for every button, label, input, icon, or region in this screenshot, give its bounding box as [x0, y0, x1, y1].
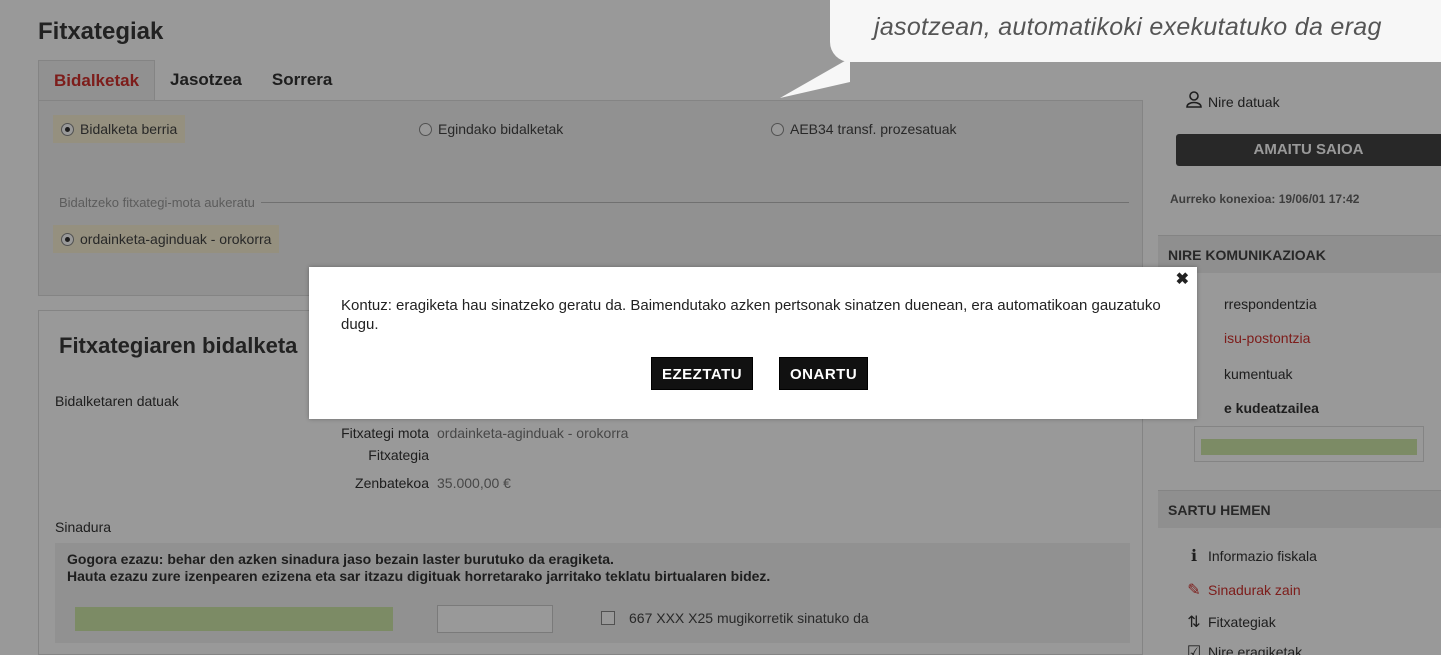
radio-aeb34-label: AEB34 transf. prozesatuak [790, 121, 957, 137]
radio-done-sends-label: Egindako bidalketak [438, 121, 564, 137]
file-label: Fitxategia [368, 447, 429, 463]
info-icon: ℹ [1190, 548, 1198, 565]
file-type-value: ordainketa-aginduak - orokorra [437, 425, 629, 441]
comms-heading: NIRE KOMUNIKAZIOAK [1158, 235, 1441, 273]
bubble-text: jasotzean, automatikoki exekutatuko da e… [874, 13, 1382, 41]
file-type-label: Fitxategi mota [341, 425, 429, 441]
pen-icon: ✎ [1187, 582, 1201, 599]
dialog-message: Kontuz: eragiketa hau sinatzeko geratu d… [341, 297, 1161, 333]
details-heading: Bidalketaren datuak [55, 393, 179, 409]
amount-value: 35.000,00 € [437, 475, 511, 491]
files-link[interactable]: ⇅ Fitxategiak [1184, 612, 1276, 632]
user-icon [1184, 90, 1204, 113]
confirm-dialog: ✖ Kontuz: eragiketa hau sinatzeko geratu… [309, 267, 1197, 419]
amount-label: Zenbatekoa [355, 475, 429, 491]
tab-jasotzea[interactable]: Jasotzea [155, 60, 257, 100]
close-icon[interactable]: ✖ [1176, 269, 1189, 289]
file-type-legend-text: Bidaltzeko fitxategi-mota aukeratu [59, 195, 255, 210]
logout-button[interactable]: AMAITU SAIOA [1176, 134, 1441, 166]
form-title: Fitxategiaren bidalketa [59, 333, 298, 358]
fiscal-info-label: Informazio fiskala [1208, 548, 1317, 564]
comms-item-manager[interactable]: e kudeatzailea [1224, 400, 1319, 416]
last-connection: Aurreko konexioa: 19/06/01 17:42 [1170, 192, 1360, 206]
comms-item-mailbox[interactable]: isu-postontzia [1224, 330, 1310, 346]
ok-button[interactable]: ONARTU [779, 357, 869, 390]
mobile-sign-checkbox[interactable] [601, 611, 615, 625]
my-operations-label: Nire eragiketak [1208, 644, 1303, 655]
files-label: Fitxategiak [1208, 614, 1276, 630]
enter-heading: SARTU HEMEN [1158, 490, 1441, 528]
comms-item-documents[interactable]: kumentuak [1224, 366, 1292, 382]
manager-name-bar [1201, 439, 1417, 455]
sign-note-1: Gogora ezazu: behar den azken sinadura j… [67, 551, 614, 567]
radio-file-type[interactable]: ordainketa-aginduak - orokorra [53, 225, 280, 253]
file-type-legend: Bidaltzeko fitxategi-mota aukeratu [59, 195, 1129, 210]
my-data-label: Nire datuak [1208, 93, 1280, 110]
radio-new-send-label: Bidalketa berria [80, 121, 178, 137]
radio-empty-icon [771, 122, 784, 136]
radio-empty-icon [419, 122, 432, 136]
digits-input[interactable] [437, 605, 553, 633]
speech-bubble: jasotzean, automatikoki exekutatuko da e… [830, 0, 1441, 62]
sign-note-2: Hauta ezazu zure izenpearen ezizena eta … [67, 568, 771, 584]
signature-heading: Sinadura [55, 519, 112, 535]
page-title: Fitxategiak [38, 18, 164, 45]
tab-bar: Bidalketak Jasotzea Sorrera [38, 60, 347, 100]
radio-selected-icon [61, 122, 74, 136]
tab-sorrera[interactable]: Sorrera [257, 60, 347, 100]
right-sidebar: Nire datuak AMAITU SAIOA Aurreko konexio… [1158, 70, 1441, 655]
manager-card [1194, 426, 1424, 462]
fiscal-info-link[interactable]: ℹ Informazio fiskala [1184, 546, 1317, 566]
radio-selected-icon [61, 232, 74, 246]
mobile-sign-label: 667 XXX X25 mugikorretik sinatuko da [629, 610, 869, 626]
my-data-link[interactable]: Nire datuak [1184, 90, 1280, 113]
radio-file-type-label: ordainketa-aginduak - orokorra [80, 231, 272, 247]
pending-signatures-label: Sinadurak zain [1208, 582, 1301, 598]
tab-bidalketak[interactable]: Bidalketak [38, 60, 156, 100]
radio-aeb34[interactable]: AEB34 transf. prozesatuak [771, 121, 957, 137]
my-operations-link[interactable]: ☑ Nire eragiketak [1184, 642, 1302, 655]
checkbox-icon: ☑ [1186, 644, 1202, 655]
radio-done-sends[interactable]: Egindako bidalketak [419, 121, 563, 137]
sort-arrows-icon: ⇅ [1187, 614, 1201, 631]
legend-divider [260, 202, 1129, 203]
comms-item-correspondence[interactable]: rrespondentzia [1224, 296, 1317, 312]
cancel-button[interactable]: EZEZTATU [651, 357, 754, 390]
pending-signatures-link[interactable]: ✎ Sinadurak zain [1184, 580, 1301, 600]
signature-alias-select[interactable] [75, 607, 393, 631]
radio-new-send[interactable]: Bidalketa berria [53, 115, 186, 143]
